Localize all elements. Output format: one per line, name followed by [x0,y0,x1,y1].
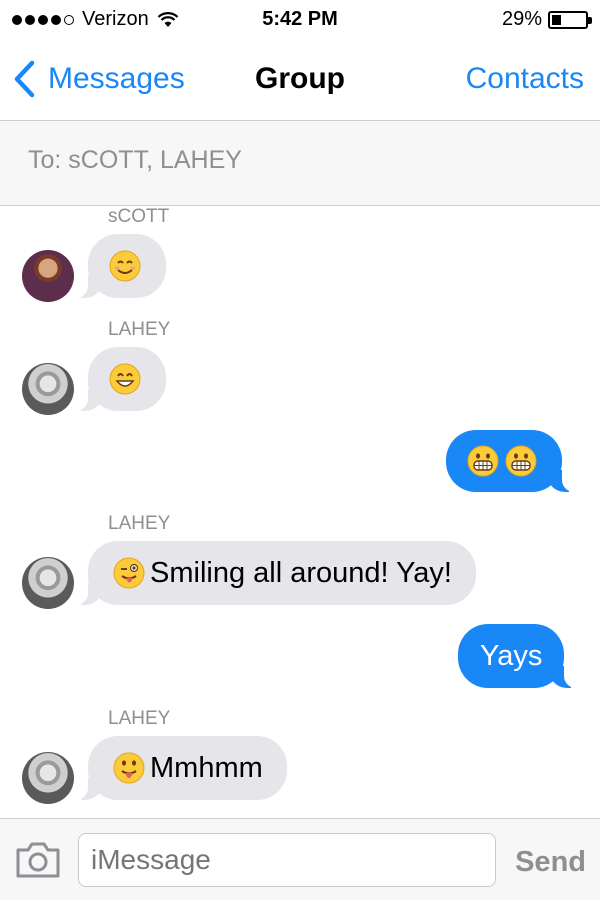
avatar-lahey[interactable] [22,752,74,804]
compose-bar: Send [0,818,600,900]
message-text: Smiling all around! Yay! [150,556,452,589]
sender-name: LAHEY [108,319,171,340]
message-text: Yays [480,639,543,672]
message-bubble-incoming[interactable]: Mmhmm [74,736,287,800]
message-bubble-outgoing[interactable] [446,430,576,492]
battery-info: 29% [501,8,592,31]
sender-name: LAHEY [108,708,171,729]
grimacing-face-icon [466,444,500,478]
navigation-bar: Messages Group Contacts [0,40,600,120]
message-input[interactable] [78,833,496,887]
sender-name: LAHEY [108,513,171,534]
message-bubble-incoming[interactable]: Smiling all around! Yay! [74,541,476,605]
avatar-lahey[interactable] [22,363,74,415]
message-bubble-incoming[interactable] [74,234,166,298]
grinning-face-icon [108,362,142,396]
message-list[interactable]: sCOTT LAHEY LAHEY Smiling all around! Ya… [0,206,600,818]
battery-icon [548,10,592,29]
message-bubble-outgoing[interactable]: Yays [458,624,579,688]
recipients-bar[interactable]: To: sCOTT, LAHEY [0,120,600,206]
battery-fill [552,14,562,25]
avatar-lahey[interactable] [22,557,74,609]
grimacing-face-icon [504,444,538,478]
smiling-face-icon [108,249,142,283]
recipients-label: To: sCOTT, LAHEY [28,146,242,174]
message-bubble-incoming[interactable] [74,347,166,411]
camera-icon[interactable] [14,841,62,879]
battery-percent: 29% [501,8,542,30]
winking-tongue-face-icon [112,556,146,590]
send-button[interactable]: Send [515,846,586,879]
tongue-face-icon [112,751,146,785]
status-bar: Verizon 5:42 PM 29% [0,0,600,40]
avatar-scott[interactable] [22,250,74,302]
message-text: Mmhmm [150,751,263,784]
contacts-button[interactable]: Contacts [466,62,584,96]
sender-name: sCOTT [108,206,170,227]
